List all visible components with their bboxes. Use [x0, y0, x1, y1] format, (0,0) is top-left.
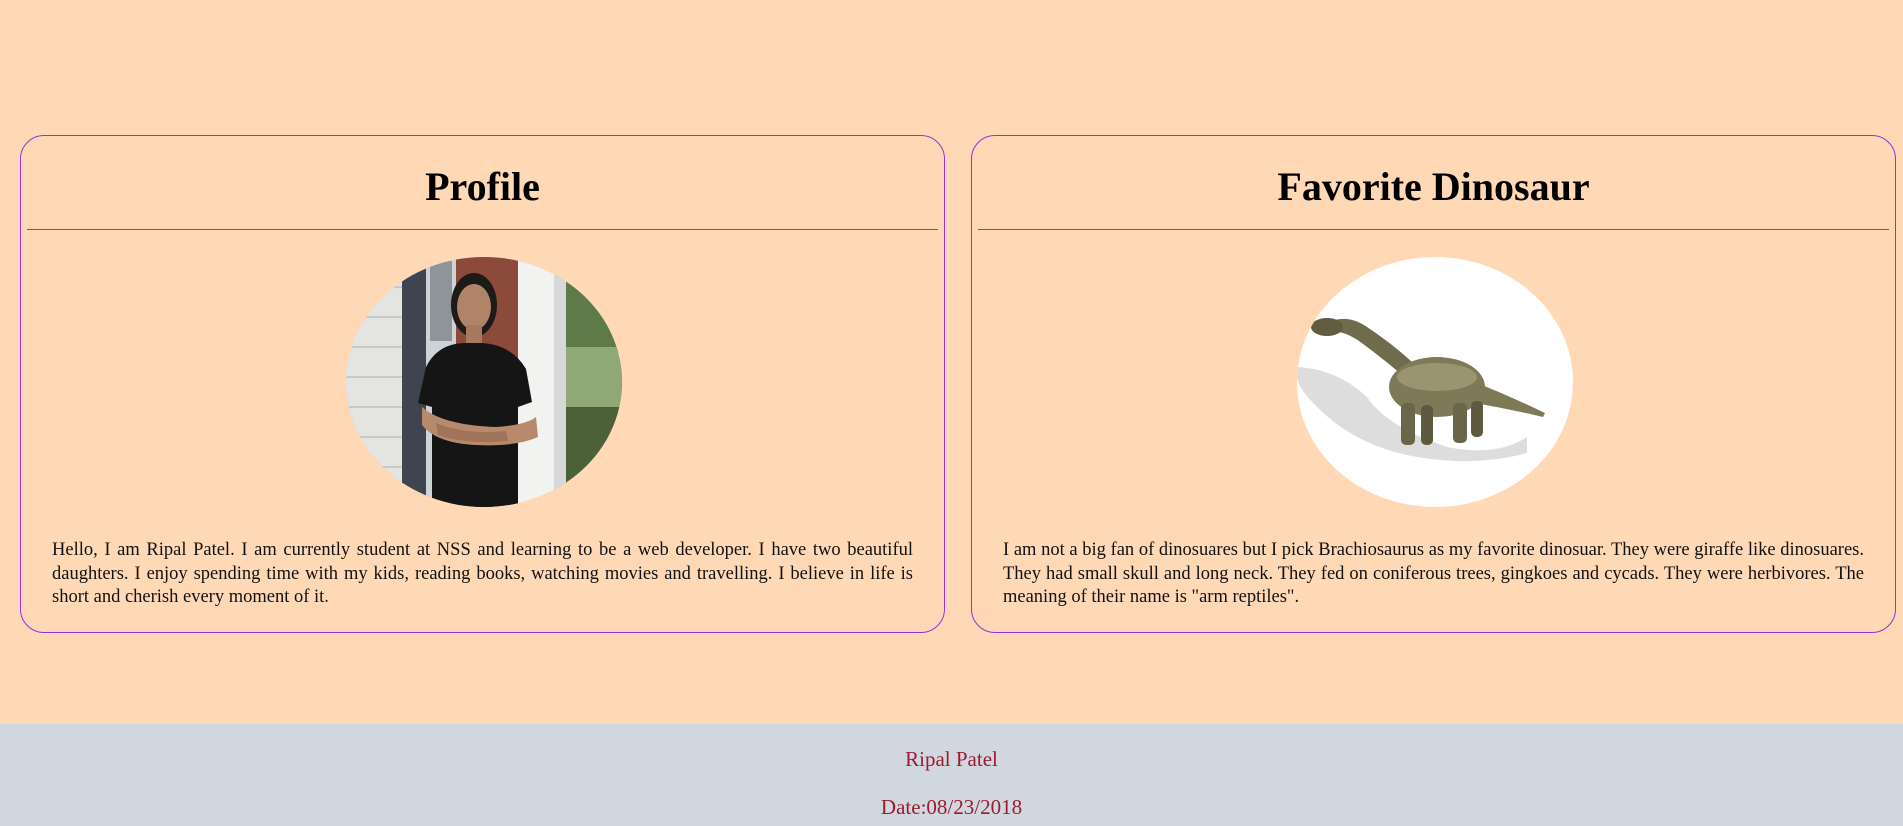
page-footer: Ripal Patel Date:08/23/2018 [0, 724, 1903, 826]
dinosaur-card: Favorite Dinosaur I am not a big fan of … [971, 135, 1896, 633]
profile-photo [346, 257, 622, 507]
profile-description: Hello, I am Ripal Patel. I am currently … [52, 540, 913, 607]
dinosaur-title: Favorite Dinosaur [1277, 164, 1590, 209]
main-content: Profile Hello, I am Ripal Patel. I am cu… [0, 0, 1903, 724]
profile-divider [27, 229, 938, 230]
dinosaur-divider [978, 229, 1889, 230]
dinosaur-description: I am not a big fan of dinosuares but I p… [1003, 540, 1864, 607]
footer-date: Date:08/23/2018 [880, 795, 1023, 819]
footer-author-name: Ripal Patel [905, 747, 998, 771]
profile-title: Profile [425, 164, 540, 209]
profile-card: Profile Hello, I am Ripal Patel. I am cu… [20, 135, 945, 633]
dinosaur-photo [1297, 257, 1573, 507]
